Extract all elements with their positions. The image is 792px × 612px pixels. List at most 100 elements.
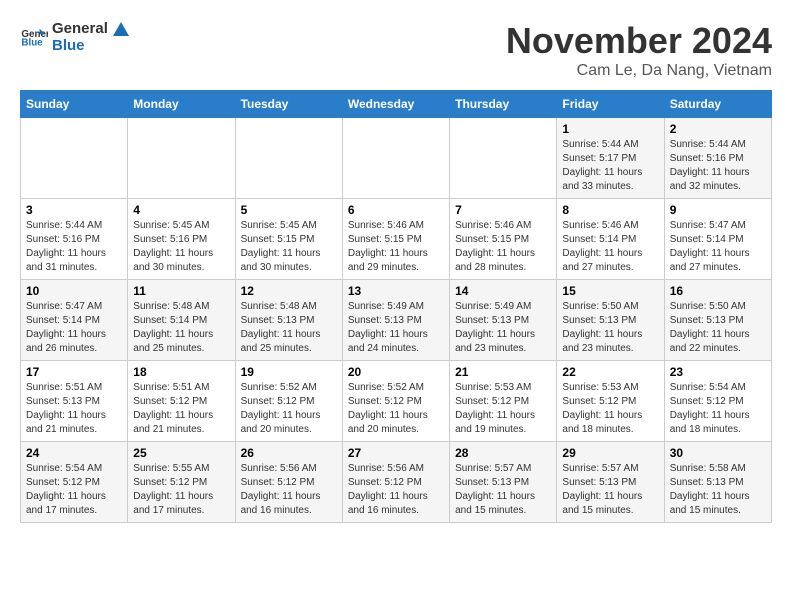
day-cell: 16Sunrise: 5:50 AMSunset: 5:13 PMDayligh… (664, 280, 771, 361)
day-cell: 20 Sunrise: 5:52 AMSunset: 5:12 PMDayligh… (342, 361, 449, 442)
day-number: 27 (348, 446, 444, 460)
day-number: 23 (670, 365, 766, 379)
day-cell: 2 Sunrise: 5:44 AMSunset: 5:16 PMDaylight… (664, 118, 771, 199)
day-number: 28 (455, 446, 551, 460)
logo-blue: Blue (52, 38, 130, 55)
day-number: 15 (562, 284, 658, 298)
day-number: 4 (133, 203, 229, 217)
day-cell: 6 Sunrise: 5:46 AMSunset: 5:15 PMDaylight… (342, 199, 449, 280)
day-cell: 10 Sunrise: 5:47 AMSunset: 5:14 PMDayligh… (21, 280, 128, 361)
day-number: 11 (133, 284, 229, 298)
day-number: 21 (455, 365, 551, 379)
month-title: November 2024 (506, 20, 772, 62)
day-info: Sunrise: 5:56 AMSunset: 5:12 PMDaylight:… (241, 462, 337, 518)
day-cell: 13 Sunrise: 5:49 AMSunset: 5:13 PMDayligh… (342, 280, 449, 361)
day-number: 20 (348, 365, 444, 379)
day-info: Sunrise: 5:45 AMSunset: 5:16 PMDaylight:… (133, 219, 229, 275)
day-cell: 22 Sunrise: 5:53 AMSunset: 5:12 PMDayligh… (557, 361, 664, 442)
day-cell: 24 Sunrise: 5:54 AMSunset: 5:12 PMDayligh… (21, 442, 128, 523)
day-number: 1 (562, 122, 658, 136)
day-cell (342, 118, 449, 199)
day-info: Sunrise: 5:54 AMSunset: 5:12 PMDaylight:… (670, 381, 766, 437)
weekday-header-wednesday: Wednesday (342, 91, 449, 118)
day-number: 24 (26, 446, 122, 460)
day-info: Sunrise: 5:53 AMSunset: 5:12 PMDaylight:… (455, 381, 551, 437)
day-cell: 9 Sunrise: 5:47 AMSunset: 5:14 PMDaylight… (664, 199, 771, 280)
day-info: Sunrise: 5:47 AMSunset: 5:14 PMDaylight:… (26, 300, 122, 356)
logo-icon: General Blue (20, 23, 48, 51)
title-section: November 2024 Cam Le, Da Nang, Vietnam (506, 20, 772, 80)
day-info: Sunrise: 5:54 AMSunset: 5:12 PMDaylight:… (26, 462, 122, 518)
day-info: Sunrise: 5:48 AMSunset: 5:13 PMDaylight:… (241, 300, 337, 356)
day-cell: 21 Sunrise: 5:53 AMSunset: 5:12 PMDayligh… (450, 361, 557, 442)
day-cell: 17 Sunrise: 5:51 AMSunset: 5:13 PMDayligh… (21, 361, 128, 442)
day-info: Sunrise: 5:57 AMSunset: 5:13 PMDaylight:… (562, 462, 658, 518)
week-row-5: 24 Sunrise: 5:54 AMSunset: 5:12 PMDayligh… (21, 442, 772, 523)
day-cell: 3 Sunrise: 5:44 AMSunset: 5:16 PMDaylight… (21, 199, 128, 280)
day-number: 14 (455, 284, 551, 298)
day-info: Sunrise: 5:50 AMSunset: 5:13 PMDaylight:… (562, 300, 658, 356)
weekday-header-sunday: Sunday (21, 91, 128, 118)
day-number: 30 (670, 446, 766, 460)
day-cell (235, 118, 342, 199)
day-info: Sunrise: 5:53 AMSunset: 5:12 PMDaylight:… (562, 381, 658, 437)
day-info: Sunrise: 5:49 AMSunset: 5:13 PMDaylight:… (348, 300, 444, 356)
day-info: Sunrise: 5:46 AMSunset: 5:15 PMDaylight:… (348, 219, 444, 275)
week-row-1: 1 Sunrise: 5:44 AMSunset: 5:17 PMDaylight… (21, 118, 772, 199)
day-number: 8 (562, 203, 658, 217)
day-cell: 15 Sunrise: 5:50 AMSunset: 5:13 PMDayligh… (557, 280, 664, 361)
day-number: 22 (562, 365, 658, 379)
day-number: 12 (241, 284, 337, 298)
day-cell: 23 Sunrise: 5:54 AMSunset: 5:12 PMDayligh… (664, 361, 771, 442)
day-number: 6 (348, 203, 444, 217)
day-info: Sunrise: 5:55 AMSunset: 5:12 PMDaylight:… (133, 462, 229, 518)
day-cell: 29 Sunrise: 5:57 AMSunset: 5:13 PMDayligh… (557, 442, 664, 523)
day-info: Sunrise: 5:45 AMSunset: 5:15 PMDaylight:… (241, 219, 337, 275)
day-cell: 27Sunrise: 5:56 AMSunset: 5:12 PMDayligh… (342, 442, 449, 523)
day-number: 29 (562, 446, 658, 460)
day-number: 16 (670, 284, 766, 298)
day-info: Sunrise: 5:48 AMSunset: 5:14 PMDaylight:… (133, 300, 229, 356)
weekday-header-friday: Friday (557, 91, 664, 118)
day-cell: 11 Sunrise: 5:48 AMSunset: 5:14 PMDayligh… (128, 280, 235, 361)
day-number: 17 (26, 365, 122, 379)
day-info: Sunrise: 5:51 AMSunset: 5:13 PMDaylight:… (26, 381, 122, 437)
day-info: Sunrise: 5:44 AMSunset: 5:16 PMDaylight:… (670, 138, 766, 194)
day-number: 3 (26, 203, 122, 217)
day-cell (128, 118, 235, 199)
day-cell: 1 Sunrise: 5:44 AMSunset: 5:17 PMDaylight… (557, 118, 664, 199)
day-info: Sunrise: 5:44 AMSunset: 5:16 PMDaylight:… (26, 219, 122, 275)
day-info: Sunrise: 5:47 AMSunset: 5:14 PMDaylight:… (670, 219, 766, 275)
day-number: 9 (670, 203, 766, 217)
day-cell: 4 Sunrise: 5:45 AMSunset: 5:16 PMDaylight… (128, 199, 235, 280)
day-number: 13 (348, 284, 444, 298)
day-cell: 25 Sunrise: 5:55 AMSunset: 5:12 PMDayligh… (128, 442, 235, 523)
day-info: Sunrise: 5:52 AMSunset: 5:12 PMDaylight:… (348, 381, 444, 437)
week-row-4: 17 Sunrise: 5:51 AMSunset: 5:13 PMDayligh… (21, 361, 772, 442)
day-cell: 30Sunrise: 5:58 AMSunset: 5:13 PMDayligh… (664, 442, 771, 523)
day-number: 10 (26, 284, 122, 298)
day-cell: 26 Sunrise: 5:56 AMSunset: 5:12 PMDayligh… (235, 442, 342, 523)
weekday-header-saturday: Saturday (664, 91, 771, 118)
day-info: Sunrise: 5:46 AMSunset: 5:14 PMDaylight:… (562, 219, 658, 275)
day-info: Sunrise: 5:52 AMSunset: 5:12 PMDaylight:… (241, 381, 337, 437)
day-cell: 7Sunrise: 5:46 AMSunset: 5:15 PMDaylight… (450, 199, 557, 280)
day-cell: 14 Sunrise: 5:49 AMSunset: 5:13 PMDayligh… (450, 280, 557, 361)
day-info: Sunrise: 5:44 AMSunset: 5:17 PMDaylight:… (562, 138, 658, 194)
day-cell: 5Sunrise: 5:45 AMSunset: 5:15 PMDaylight… (235, 199, 342, 280)
logo-triangle (112, 20, 130, 38)
day-info: Sunrise: 5:51 AMSunset: 5:12 PMDaylight:… (133, 381, 229, 437)
day-info: Sunrise: 5:49 AMSunset: 5:13 PMDaylight:… (455, 300, 551, 356)
calendar-table: SundayMondayTuesdayWednesdayThursdayFrid… (20, 90, 772, 523)
day-number: 2 (670, 122, 766, 136)
day-number: 19 (241, 365, 337, 379)
location: Cam Le, Da Nang, Vietnam (506, 62, 772, 80)
day-number: 26 (241, 446, 337, 460)
day-number: 25 (133, 446, 229, 460)
logo-general: General (52, 20, 108, 37)
day-cell: 18Sunrise: 5:51 AMSunset: 5:12 PMDayligh… (128, 361, 235, 442)
week-row-2: 3 Sunrise: 5:44 AMSunset: 5:16 PMDaylight… (21, 199, 772, 280)
day-info: Sunrise: 5:46 AMSunset: 5:15 PMDaylight:… (455, 219, 551, 275)
day-cell (450, 118, 557, 199)
weekday-header-tuesday: Tuesday (235, 91, 342, 118)
